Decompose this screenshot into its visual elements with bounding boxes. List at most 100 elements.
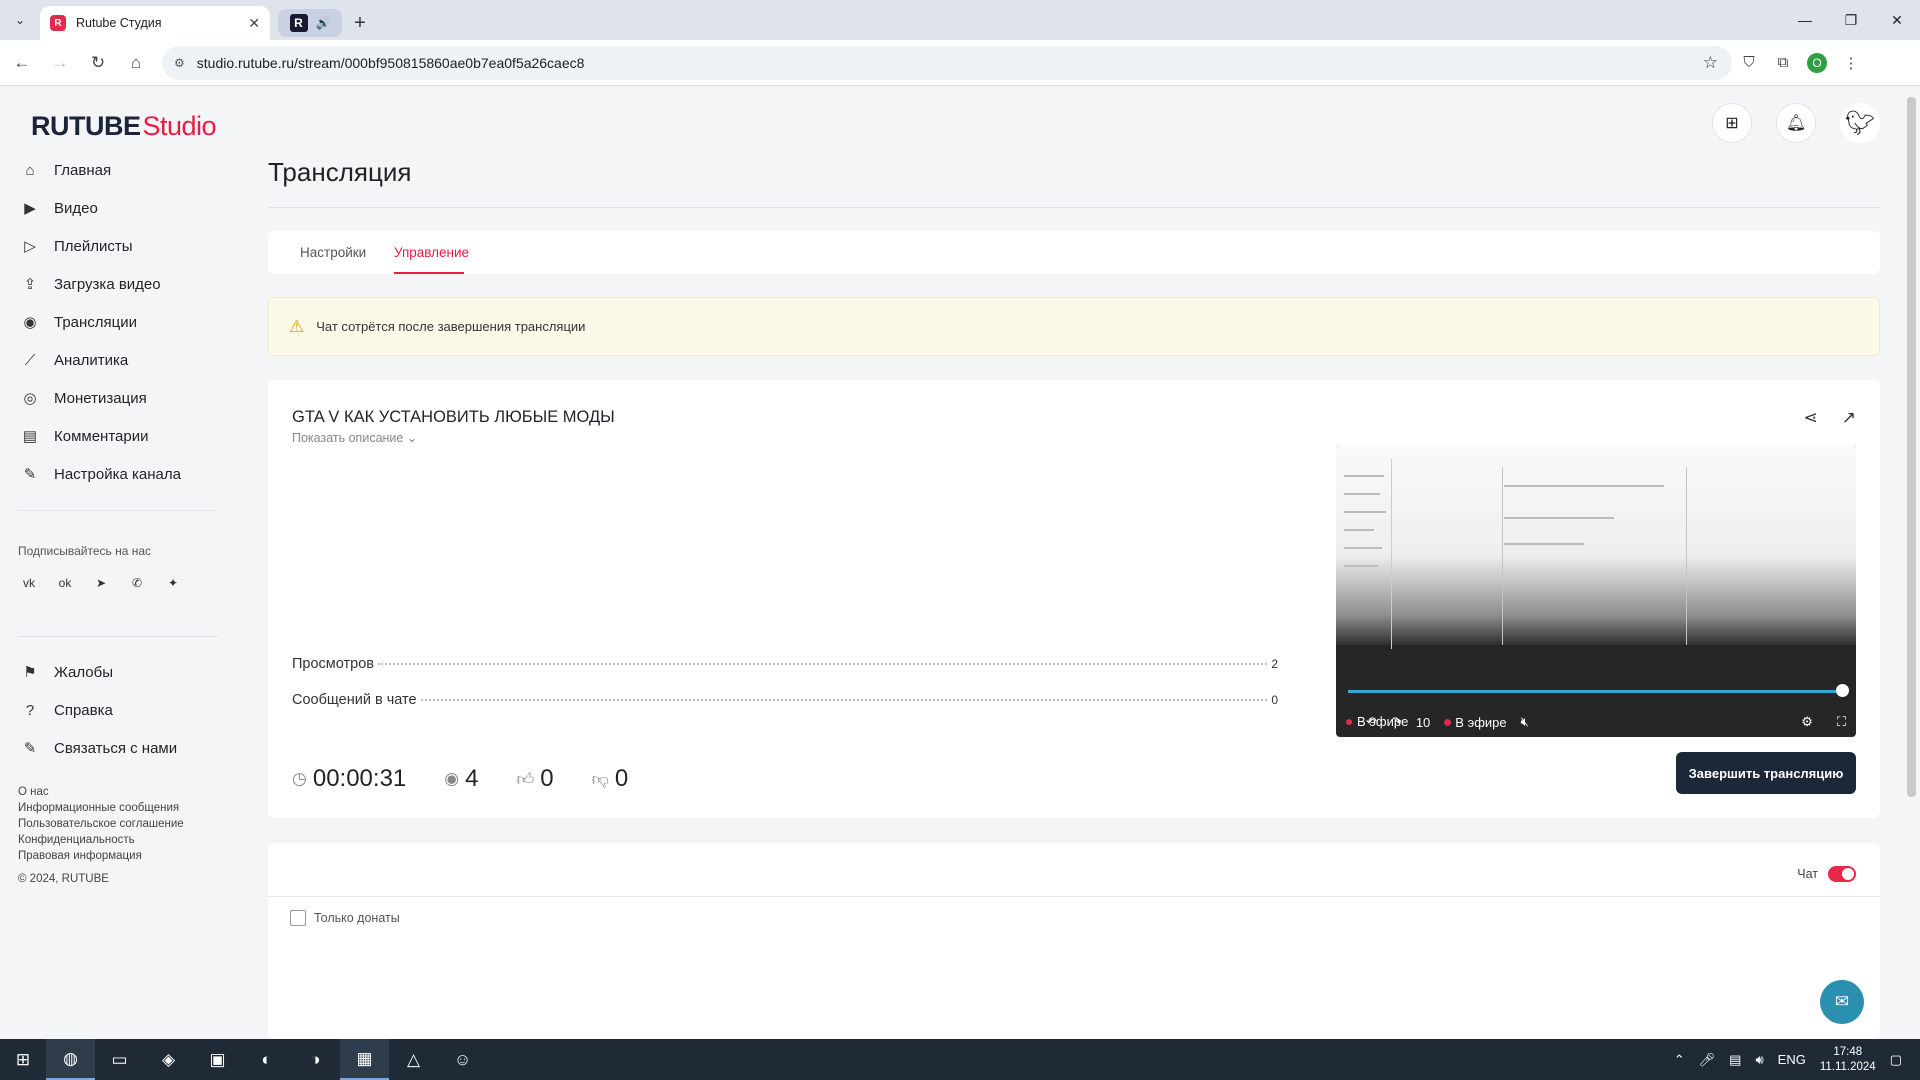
footer-link[interactable]: Конфиденциальность [18,832,184,848]
tab-management[interactable]: Управление [394,245,469,260]
chrome-taskbar-icon[interactable]: ◍ [46,1039,95,1080]
settings-gear-icon[interactable]: ⚙ [1801,714,1813,730]
support-chat-icon[interactable]: ✉ [1820,980,1864,1024]
notepad-app-icon[interactable]: ▣ [193,1039,242,1080]
telegram-icon[interactable]: ➤ [92,574,110,592]
header-actions: ⊞ 🔔︎ 🐦︎ [1712,103,1880,143]
page-scrollbar[interactable] [1903,87,1920,1039]
sidebar-item-label: Комментарии [54,427,149,445]
tab-settings[interactable]: Настройки [300,245,366,260]
end-stream-button[interactable]: Завершить трансляцию [1676,752,1856,794]
globe-app-icon[interactable]: ◈ [144,1039,193,1080]
sidebar-item-complaints[interactable]: ⚑ Жалобы [20,657,113,687]
browser-tab-audio[interactable]: R 🔊 [278,9,342,37]
warning-icon: ⚠ [289,316,305,336]
donate-only-checkbox[interactable] [290,910,306,926]
stream-preview-player[interactable]: В эфире ↶ ↷ 10 В эфире 🔇︎ ⚙ ⛶ [1336,445,1856,737]
rutube-studio-logo[interactable]: RUTUBEStudio [31,111,217,142]
chat-warning-banner: ⚠ Чат сотрётся после завершения трансляц… [268,297,1880,356]
sidebar-item-upload[interactable]: ⇪ Загрузка видео [20,269,161,299]
forward-skip-icon[interactable]: ↷ [1391,714,1402,730]
sidebar-item-contact[interactable]: ✎ Связаться с нами [20,733,177,763]
browser-menu-icon[interactable]: ⋮ [1834,46,1868,80]
sidebar-item-video[interactable]: ▶ Видео [20,193,98,223]
close-tab-icon[interactable]: ✕ [248,15,260,32]
microphone-icon[interactable]: 🎤︎ [1699,1052,1716,1068]
address-bar[interactable]: ⚙ studio.rutube.ru/stream/000bf950815860… [162,45,1732,80]
tray-expand-icon[interactable]: ⌃ [1674,1052,1685,1068]
restore-icon[interactable]: ❐ [1828,0,1874,40]
reload-icon[interactable]: ↻ [82,47,114,79]
more-icon[interactable]: ✦ [164,574,182,592]
bookmark-star-icon[interactable]: ☆ [1703,53,1718,73]
shield-extension-icon[interactable]: ⛉ [1732,46,1766,80]
window-controls: — ❐ ✕ [1782,0,1920,40]
tab-favicon-icon: R [289,14,308,32]
avatar[interactable]: 🐦︎ [1840,103,1880,143]
forward-icon[interactable]: → [44,47,76,79]
site-info-icon[interactable]: ⚙ [174,56,185,70]
logo-sub: Studio [142,111,217,141]
discord-app-icon[interactable]: ☺ [438,1039,487,1080]
tab-title: Rutube Студия [76,16,162,30]
browser-tab-active[interactable]: R Rutube Студия ✕ [40,6,270,40]
vk-icon[interactable]: vk [20,574,38,592]
chat-toggle[interactable] [1828,866,1856,882]
taskbar-clock[interactable]: 17:48 11.11.2024 [1820,1045,1876,1075]
ok-icon[interactable]: ok [56,574,74,592]
sidebar-item-help[interactable]: ? Справка [20,695,113,725]
sidebar-item-streams[interactable]: ◉ Трансляции [20,307,137,337]
editor-app-icon[interactable]: △ [389,1039,438,1080]
donate-only-option[interactable]: Только донаты [290,910,400,926]
sidebar-item-comments[interactable]: ▤ Комментарии [20,421,149,451]
network-icon[interactable]: ▤ [1729,1052,1741,1068]
sidebar-item-monetization[interactable]: ◎ Монетизация [20,383,146,413]
share-icon[interactable]: ⋖ [1804,408,1818,428]
page-title: Трансляция [268,157,412,187]
show-description-toggle[interactable]: Показать описание ⌄ [292,430,417,445]
steam-app-icon[interactable]: ◐ [242,1039,291,1080]
mute-icon[interactable]: 🔇︎ [1521,714,1529,730]
sidebar-item-playlists[interactable]: ▷ Плейлисты [20,231,132,261]
external-link-icon[interactable]: ↗ [1842,408,1856,428]
notification-bell-icon[interactable]: 🔔︎ [1776,103,1816,143]
sidebar: RUTUBEStudio ⌂ Главная ▶ Видео ▷ Плейлисты … [0,87,220,1039]
volume-icon[interactable]: 🔊︎ [1755,1052,1763,1068]
preview-sidebar [1336,459,1392,649]
language-indicator[interactable]: ENG [1778,1052,1806,1067]
footer-link[interactable]: О нас [18,784,184,800]
close-window-icon[interactable]: ✕ [1874,0,1920,40]
tab-search-icon[interactable]: ⌄ [0,0,40,40]
game-app-icon[interactable]: ◑ [291,1039,340,1080]
skip-10-icon[interactable]: 10 [1416,715,1430,730]
title-divider [268,207,1880,208]
minimize-icon[interactable]: — [1782,0,1828,40]
sidebar-item-label: Аналитика [54,351,129,369]
rewind-icon[interactable]: ↶ [1366,714,1377,730]
back-icon[interactable]: ← [6,47,38,79]
follow-us-title: Подписывайтесь на нас [18,544,152,558]
file-explorer-icon[interactable]: ▭ [95,1039,144,1080]
terminal-app-icon[interactable]: ▦ [340,1039,389,1080]
add-icon[interactable]: ⊞ [1712,103,1752,143]
extensions-puzzle-icon[interactable]: ⧉ [1766,46,1800,80]
system-tray: ⌃ 🎤︎ ▤ 🔊︎ ENG 17:48 11.11.2024 ▢ [1674,1045,1920,1075]
sidebar-item-analytics[interactable]: ⟋ Аналитика [20,345,129,375]
footer-link[interactable]: Правовая информация [18,848,184,864]
player-progress-knob[interactable] [1836,684,1849,697]
sidebar-item-channel-settings[interactable]: ✎ Настройка канала [20,459,181,489]
new-tab-button[interactable]: + [342,6,378,40]
footer-link[interactable]: Информационные сообщения [18,800,184,816]
profile-avatar[interactable]: О [1807,52,1827,73]
player-progress-bar[interactable] [1348,690,1844,693]
stream-tabs: Настройки Управление [268,231,1880,274]
sidebar-item-home[interactable]: ⌂ Главная [20,155,111,185]
footer-link[interactable]: Пользовательское соглашение [18,816,184,832]
scrollbar-thumb[interactable] [1907,97,1916,797]
notifications-icon[interactable]: ▢ [1890,1052,1902,1068]
windows-start-icon[interactable]: ⊞ [0,1039,46,1080]
viber-icon[interactable]: ✆ [128,574,146,592]
fullscreen-icon[interactable]: ⛶ [1837,714,1846,730]
active-tab-indicator [394,272,464,274]
home-browser-icon[interactable]: ⌂ [120,47,152,79]
